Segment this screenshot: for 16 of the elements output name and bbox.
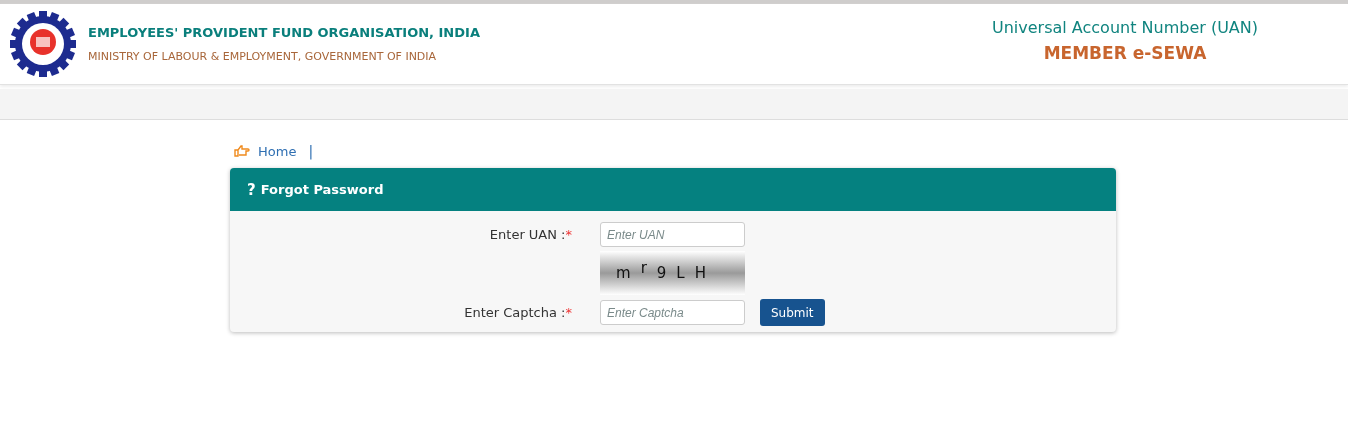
organisation-name: EMPLOYEES' PROVIDENT FUND ORGANISATION, INDIA — [88, 25, 480, 40]
panel-title: Forgot Password — [260, 182, 384, 197]
question-icon: ? — [247, 180, 256, 199]
home-link[interactable]: Home — [258, 143, 297, 159]
hand-pointer-icon — [234, 145, 250, 157]
uan-input[interactable]: Enter UAN — [600, 222, 745, 247]
captcha-input[interactable]: Enter Captcha — [600, 300, 745, 325]
portal-subtitle: MEMBER e-SEWA — [1043, 42, 1207, 63]
portal-title: Universal Account Number (UAN) — [992, 17, 1258, 37]
captcha-label: Enter Captcha :* — [463, 305, 572, 320]
uan-label: Enter UAN :* — [488, 227, 572, 242]
captcha-text: m r 9 L H — [616, 264, 706, 282]
breadcrumb-separator: | — [308, 143, 314, 159]
logo-icon — [10, 11, 76, 77]
submit-button[interactable]: Submit — [760, 299, 825, 326]
ministry-name: MINISTRY OF LABOUR & EMPLOYMENT, GOVERNMENT OF INDIA — [88, 50, 438, 63]
